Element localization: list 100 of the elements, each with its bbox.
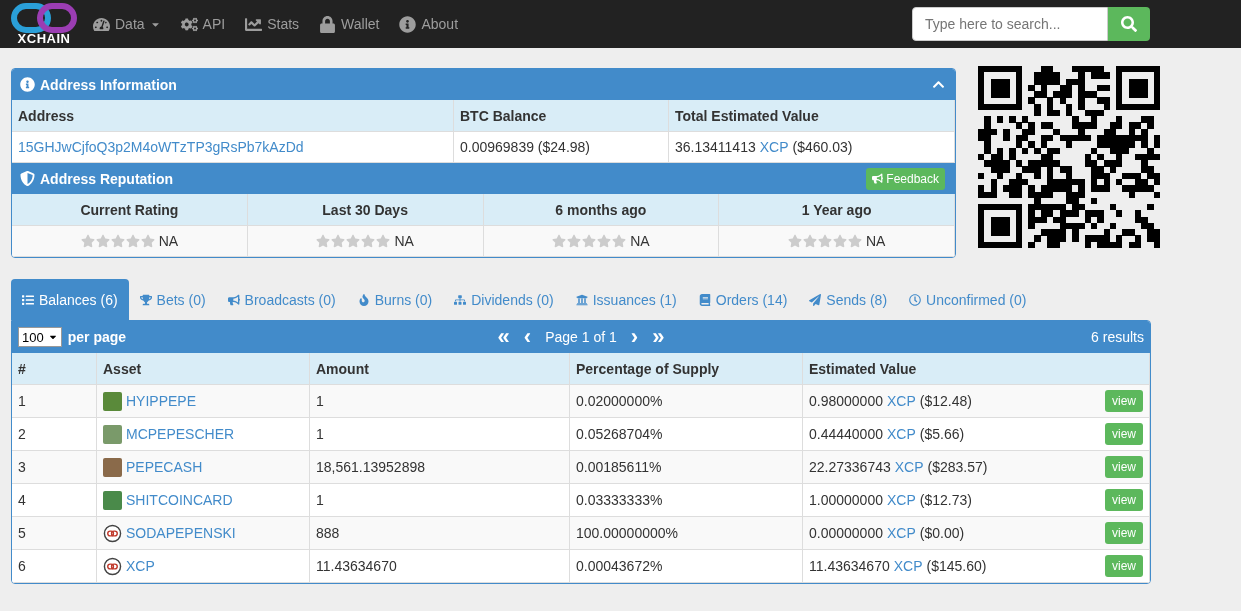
search-field[interactable]: Type here to search... [912, 7, 1108, 41]
info-icon [399, 15, 417, 33]
asset-link[interactable]: XCP [886, 525, 916, 541]
value-amount: 11.43634670 [809, 558, 890, 574]
table-cell: 0.02000000% [570, 385, 803, 418]
asset-link[interactable]: XCP [886, 426, 916, 442]
table-cell: 1 [12, 385, 97, 418]
table-cell: 1 [310, 385, 570, 418]
info-icon [20, 77, 35, 92]
table-cell: 1 [310, 418, 570, 451]
rating-value: NA [394, 233, 414, 249]
next-page-button[interactable]: › [630, 326, 639, 348]
column-header: Estimated Value [803, 353, 1150, 385]
asset-link[interactable]: XCP [886, 393, 916, 409]
table-cell: 1 [310, 484, 570, 517]
usd-value: ($0.00) [919, 525, 965, 541]
nav-link[interactable]: Stats [245, 15, 300, 33]
tab[interactable]: Bets (0) [128, 279, 217, 320]
book-icon [698, 293, 711, 306]
value-amount: 1.00000000 [809, 492, 883, 508]
feedback-button[interactable]: Feedback [866, 167, 945, 190]
asset-link[interactable]: XCP [893, 558, 923, 574]
table-cell: 0.05268704% [570, 418, 803, 451]
list-icon [22, 293, 34, 306]
table-cell: 18,561.13952898 [310, 451, 570, 484]
tab[interactable]: Dividends (0) [443, 279, 565, 320]
usd-value: ($145.60) [926, 558, 987, 574]
results-count: 6 results [1091, 329, 1144, 345]
table-cell: 100.00000000% [570, 517, 803, 550]
asset-link[interactable]: HYIPPEPE [126, 393, 197, 409]
panel-title: Address Information [40, 76, 177, 93]
column-header: Asset [97, 353, 310, 385]
last-page-button[interactable]: » [652, 326, 665, 348]
asset-link[interactable]: SHITCOINCARD [126, 492, 233, 508]
value-amount: 0.44440000 [809, 426, 883, 442]
nav-link[interactable]: Wallet [319, 15, 380, 33]
table-cell: 5 [12, 517, 97, 550]
rating-value: NA [865, 233, 886, 249]
page-indicator: Page 1 of 1 [545, 329, 617, 345]
asset-link[interactable]: PEPECASH [126, 459, 203, 475]
column-header: Percentage of Supply [570, 353, 803, 385]
view-button[interactable]: view [1105, 423, 1143, 445]
view-button[interactable]: view [1105, 522, 1143, 544]
tab[interactable]: Orders (14) [687, 279, 799, 320]
asset-link[interactable]: XCP [894, 459, 924, 475]
asset-link[interactable]: MCPEPESCHER [126, 426, 235, 442]
usd-value: ($460.03) [792, 139, 853, 155]
tab[interactable]: Broadcasts (0) [216, 279, 347, 320]
rating-value: NA [158, 233, 179, 249]
collapse-icon[interactable] [932, 78, 945, 91]
tab[interactable]: Unconfirmed (0) [898, 279, 1038, 320]
gears-icon [180, 15, 198, 33]
column-header: Total Estimated Value [669, 100, 955, 132]
nav-link[interactable]: Data [93, 15, 161, 33]
usd-value: ($12.48) [919, 393, 972, 409]
clock-icon [909, 293, 922, 306]
hierarchy-icon [454, 293, 467, 306]
table-cell: 4 [12, 484, 97, 517]
column-header: 6 months ago [483, 194, 720, 226]
tab[interactable]: Sends (8) [798, 279, 899, 320]
view-button[interactable]: view [1105, 390, 1143, 412]
table-cell: 6 [12, 550, 97, 583]
per-page-select[interactable]: 100 [18, 327, 62, 347]
view-button[interactable]: view [1105, 456, 1143, 478]
value-amount: 36.13411413 [675, 139, 756, 155]
asset-link[interactable]: XCP [126, 558, 155, 574]
view-button[interactable]: view [1105, 489, 1143, 511]
btc-balance: 0.00969839 ($24.98) [460, 139, 590, 155]
search-button[interactable] [1108, 7, 1150, 41]
tab[interactable]: Burns (0) [346, 279, 444, 320]
column-header: Amount [310, 353, 570, 385]
tab[interactable]: Issuances (1) [564, 279, 688, 320]
rating-value: NA [630, 233, 650, 249]
table-cell: 11.43634670 [310, 550, 570, 583]
table-cell: 3 [12, 451, 97, 484]
value-amount: 0.00000000 [809, 525, 883, 541]
view-button[interactable]: view [1105, 555, 1143, 577]
table-cell: 0.03333333% [570, 484, 803, 517]
asset-link[interactable]: XCP [886, 492, 916, 508]
photo-placeholder [103, 424, 122, 444]
nav-link[interactable]: API [180, 15, 226, 33]
paper-plane-icon [809, 293, 822, 306]
nav-link[interactable]: About [399, 15, 459, 33]
address-link[interactable]: 15GHJwCjfoQ3p2M4oWTzTP3gRsPb7kAzDd [18, 139, 304, 155]
brand-name[interactable]: XCHAIN [17, 33, 71, 45]
asset-link[interactable]: XCP [759, 139, 789, 155]
previous-page-button[interactable]: ‹ [523, 326, 532, 348]
gauge-icon [93, 15, 110, 33]
table-cell: 888 [310, 517, 570, 550]
tab[interactable]: Balances (6) [11, 279, 129, 320]
lock-icon [319, 15, 337, 33]
chain-link-token-icon [103, 523, 122, 543]
column-header: Last 30 Days [247, 194, 484, 226]
chain-link-token-icon [103, 556, 122, 576]
first-page-button[interactable]: « [497, 326, 510, 348]
column-header: # [12, 353, 97, 385]
photo-placeholder [103, 457, 122, 477]
shield-icon [20, 171, 35, 186]
per-page-label: per page [67, 329, 127, 345]
chain-link-logo-icon [11, 3, 77, 33]
